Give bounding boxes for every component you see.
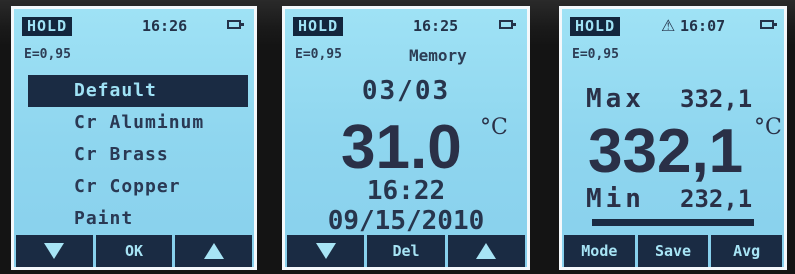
softkey-bar: Del: [285, 235, 527, 267]
lcd-screen-material-menu: HOLD 16:26 E=0,95 Default Cr Aluminum Cr…: [11, 6, 257, 270]
lcd-screen-memory: HOLD 16:25 E=0,95 Memory 03/03 31.0 °C 1…: [282, 6, 530, 270]
max-value: 332,1: [680, 85, 753, 113]
save-button[interactable]: Save: [637, 235, 709, 267]
warning-icon: ⚠: [661, 16, 676, 35]
triangle-up-icon: [476, 243, 497, 259]
memory-timestamp-date: 09/15/2010: [327, 206, 485, 236]
memory-title: Memory: [409, 46, 467, 65]
softkey-bar: Mode Save Avg: [562, 235, 784, 267]
hold-indicator: HOLD: [293, 17, 344, 36]
menu-item-aluminum[interactable]: Cr Aluminum: [28, 107, 248, 139]
min-value: 232,1: [680, 185, 753, 213]
softkey-bar: OK: [14, 235, 254, 267]
clock-time: 16:26: [142, 17, 188, 35]
clock-time: 16:07: [680, 17, 726, 35]
up-button[interactable]: [175, 235, 253, 267]
triangle-down-icon: [315, 243, 336, 259]
battery-icon: [227, 20, 244, 29]
delete-button[interactable]: Del: [367, 235, 445, 267]
memory-timestamp-time: 16:22: [366, 176, 446, 206]
menu-item-copper[interactable]: Cr Copper: [28, 171, 248, 203]
emissivity-readout: E=0,95: [572, 47, 619, 62]
mode-button[interactable]: Mode: [564, 235, 635, 267]
menu-item-brass[interactable]: Cr Brass: [28, 139, 248, 171]
up-button[interactable]: [447, 235, 525, 267]
menu-item-default[interactable]: Default: [28, 75, 248, 107]
emissivity-readout: E=0,95: [295, 47, 342, 62]
memory-record-index: 03/03: [361, 76, 451, 106]
temperature-reading: 31.0: [341, 113, 462, 182]
ok-button[interactable]: OK: [95, 235, 173, 267]
menu-item-paint[interactable]: Paint: [28, 203, 248, 235]
material-menu: Default Cr Aluminum Cr Brass Cr Copper P…: [28, 75, 248, 235]
min-label: Min: [586, 184, 645, 214]
hold-indicator: HOLD: [22, 17, 73, 36]
battery-icon: [760, 20, 777, 29]
max-label: Max: [586, 84, 645, 114]
emissivity-readout: E=0,95: [24, 47, 71, 62]
hold-indicator: HOLD: [570, 17, 621, 36]
triangle-down-icon: [44, 243, 65, 259]
clock-time: 16:25: [413, 17, 459, 35]
temperature-unit: °C: [754, 115, 782, 140]
down-button[interactable]: [16, 235, 93, 267]
signal-bar: [592, 219, 754, 226]
temperature-unit: °C: [480, 115, 508, 140]
triangle-up-icon: [203, 243, 224, 259]
battery-icon: [499, 20, 516, 29]
temperature-reading: 332,1: [588, 117, 744, 186]
avg-button[interactable]: Avg: [711, 235, 783, 267]
lcd-screen-measurement: HOLD ⚠ 16:07 E=0,95 Max 332,1 332,1 °C M…: [559, 6, 787, 270]
down-button[interactable]: [287, 235, 365, 267]
